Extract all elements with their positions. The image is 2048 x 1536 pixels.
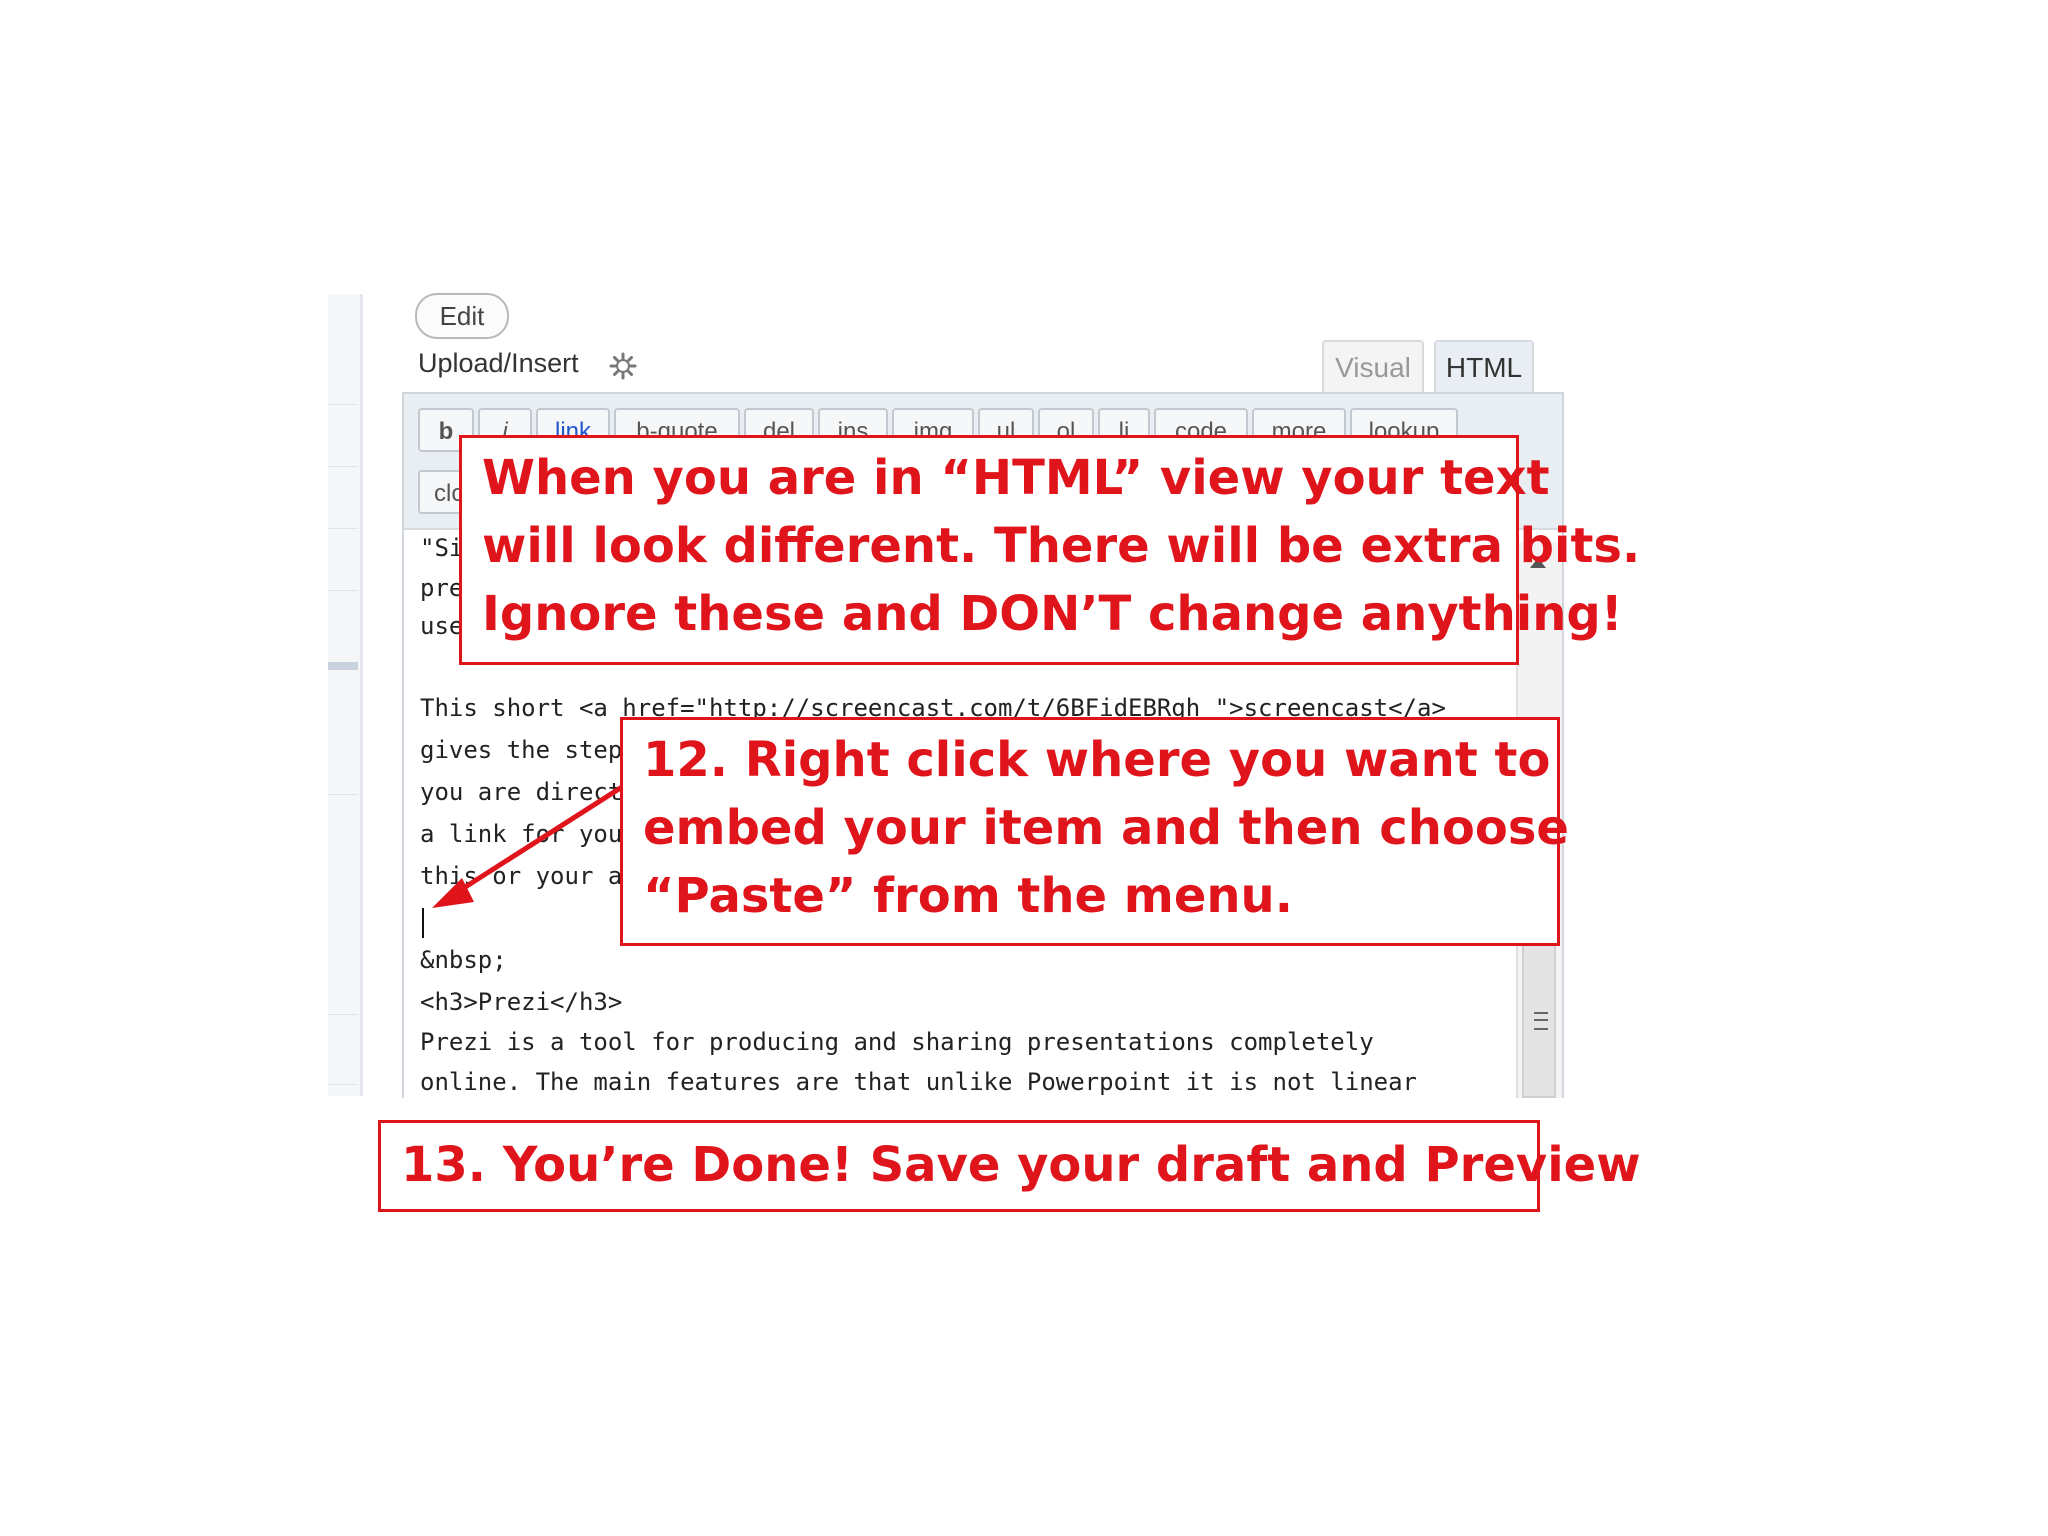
- code-line: &nbsp;: [420, 946, 507, 974]
- code-line: a link for you: [420, 820, 623, 848]
- code-line: this or your a: [420, 862, 623, 890]
- code-line: pre: [420, 574, 464, 602]
- gear-icon[interactable]: [609, 352, 637, 380]
- html-view-callout: When you are in “HTML” view your text wi…: [459, 435, 1640, 665]
- code-line: gives the step: [420, 736, 623, 764]
- code-line: online. The main features are that unlik…: [420, 1068, 1417, 1096]
- step-13-callout: 13. You’re Done! Save your draft and Pre…: [378, 1120, 1641, 1212]
- callout-line: When you are in “HTML” view your text: [482, 450, 1550, 506]
- callout-line: embed your item and then choose: [643, 800, 1569, 856]
- callout-line: “Paste” from the menu.: [643, 868, 1293, 924]
- sidebar-strip: [328, 294, 363, 1096]
- code-line: Prezi is a tool for producing and sharin…: [420, 1028, 1374, 1056]
- edit-button[interactable]: Edit: [415, 293, 509, 339]
- callout-line: 12. Right click where you want to: [643, 732, 1551, 788]
- grip-icon: [1534, 1012, 1548, 1030]
- callout-line: 13. You’re Done! Save your draft and Pre…: [401, 1137, 1641, 1193]
- callout-line: will look different. There will be extra…: [482, 518, 1641, 574]
- callout-line: Ignore these and DON’T change anything!: [482, 586, 1623, 642]
- code-line: you are direct: [420, 778, 623, 806]
- step-12-callout: 12. Right click where you want to embed …: [620, 717, 1569, 946]
- text-cursor: [422, 908, 424, 938]
- upload-insert-label[interactable]: Upload/Insert: [418, 348, 579, 379]
- scroll-thumb[interactable]: [1522, 944, 1556, 1098]
- tab-html[interactable]: HTML: [1434, 340, 1534, 394]
- code-line: <h3>Prezi</h3>: [420, 988, 623, 1016]
- code-line: use: [420, 612, 464, 640]
- code-line: "Si: [420, 534, 464, 562]
- tab-visual[interactable]: Visual: [1322, 340, 1424, 394]
